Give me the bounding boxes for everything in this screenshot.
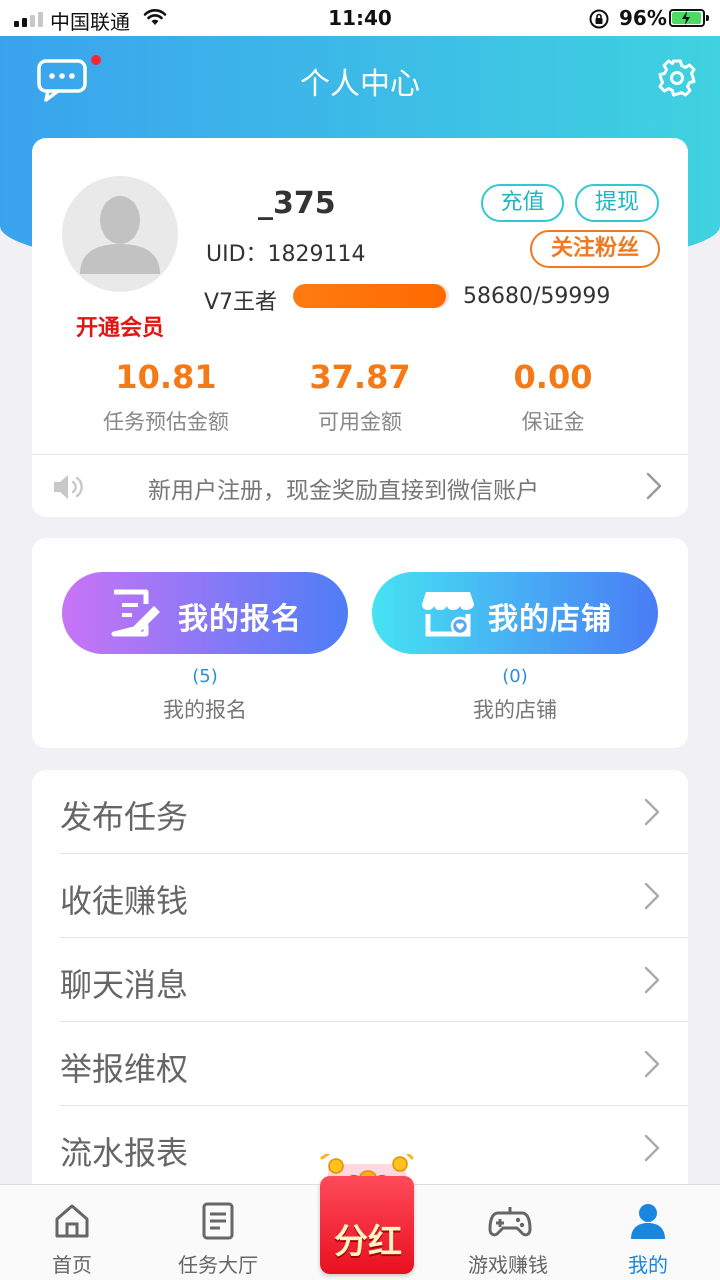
profile-card: 开通会员 _375 UID：1829114 V7王者 58680/59999 充…	[32, 138, 688, 517]
page-title: 个人中心	[300, 67, 420, 102]
user-id: UID：1829114	[206, 242, 366, 267]
signup-count: (5)	[192, 666, 218, 687]
shop-count: (0)	[502, 666, 528, 687]
user-icon	[631, 1204, 665, 1239]
chevron-right-icon	[644, 798, 660, 826]
home-icon	[55, 1204, 89, 1238]
chevron-right-icon	[644, 966, 660, 994]
username: _375	[258, 186, 336, 221]
tab-label: 首页	[52, 1253, 92, 1277]
menu-item-label: 流水报表	[60, 1134, 189, 1172]
battery-icon	[669, 9, 709, 27]
bonus-label: 分红	[334, 1222, 402, 1262]
form-edit-icon	[111, 589, 160, 637]
stat-estimated-task-amount[interactable]: 10.81 任务预估金额	[66, 358, 266, 436]
notice-marquee[interactable]: 新用户注册，现金奖励直接到微信账户	[148, 471, 539, 505]
recharge-button[interactable]: 充值	[481, 184, 564, 222]
stat-value: 10.81	[115, 358, 217, 396]
tab-task-hall[interactable]: 任务大厅	[146, 1185, 290, 1280]
shop-label: 我的店铺	[473, 698, 557, 722]
avatar[interactable]	[62, 176, 178, 292]
divider	[32, 454, 688, 455]
menu-item-report-rights[interactable]: 举报维权	[32, 1022, 688, 1106]
stat-value: 0.00	[513, 358, 593, 396]
orientation-lock-icon	[589, 9, 609, 29]
gear-icon[interactable]	[656, 57, 698, 99]
menu-item-publish-task[interactable]: 发布任务	[32, 770, 688, 854]
stat-deposit[interactable]: 0.00 保证金	[453, 358, 653, 436]
menu-item-label: 收徒赚钱	[60, 882, 189, 920]
menu-item-chat-messages[interactable]: 聊天消息	[32, 938, 688, 1022]
my-shop-button[interactable]: 我的店铺	[372, 572, 658, 654]
tab-game-earn[interactable]: 游戏赚钱	[436, 1185, 580, 1280]
level-progress-text: 58680/59999	[463, 284, 611, 309]
stat-available-amount[interactable]: 37.87 可用金额	[260, 358, 460, 436]
default-avatar-icon	[80, 196, 160, 274]
clock: 11:40	[328, 6, 392, 30]
menu-item-label: 发布任务	[60, 798, 189, 836]
follow-fans-button[interactable]: 关注粉丝	[530, 230, 660, 268]
chevron-right-icon	[644, 882, 660, 910]
signup-label: 我的报名	[163, 698, 247, 722]
tab-bonus[interactable]: 分红	[314, 1146, 422, 1278]
chevron-right-icon	[644, 1134, 660, 1162]
stat-label: 任务预估金额	[103, 410, 229, 434]
tab-home[interactable]: 首页	[0, 1185, 144, 1280]
battery-percent: 96%	[619, 6, 667, 30]
status-bar: 中国联通 11:40 96%	[0, 0, 720, 36]
tab-label: 任务大厅	[178, 1253, 258, 1277]
my-signup-button[interactable]: 我的报名	[62, 572, 348, 654]
menu-item-label: 聊天消息	[60, 966, 189, 1004]
tab-mine[interactable]: 我的	[576, 1185, 720, 1280]
quick-actions-card: 我的报名 (5) 我的报名 我的店铺 (0) 我的店铺	[32, 538, 688, 748]
chevron-right-icon	[644, 1050, 660, 1078]
shop-icon	[422, 592, 474, 637]
gamepad-icon	[488, 1207, 532, 1237]
level-name: V7王者	[204, 290, 278, 315]
my-signup-button-label: 我的报名	[178, 602, 302, 637]
my-shop-button-label: 我的店铺	[488, 602, 612, 637]
tab-label: 我的	[628, 1253, 668, 1277]
menu-list: 发布任务 收徒赚钱 聊天消息 举报维权 流水报表	[32, 770, 688, 1210]
level-progress-bar	[293, 284, 449, 308]
stat-label: 保证金	[521, 410, 585, 434]
stat-label: 可用金额	[318, 410, 402, 434]
chevron-right-icon[interactable]	[646, 472, 662, 500]
menu-item-label: 举报维权	[60, 1050, 189, 1088]
open-vip-link[interactable]: 开通会员	[52, 310, 188, 342]
speaker-icon	[54, 475, 83, 499]
menu-item-recruit-earn[interactable]: 收徒赚钱	[32, 854, 688, 938]
tab-label: 游戏赚钱	[468, 1253, 548, 1277]
withdraw-button[interactable]: 提现	[575, 184, 659, 222]
stat-value: 37.87	[309, 358, 411, 396]
task-list-icon	[202, 1202, 234, 1240]
